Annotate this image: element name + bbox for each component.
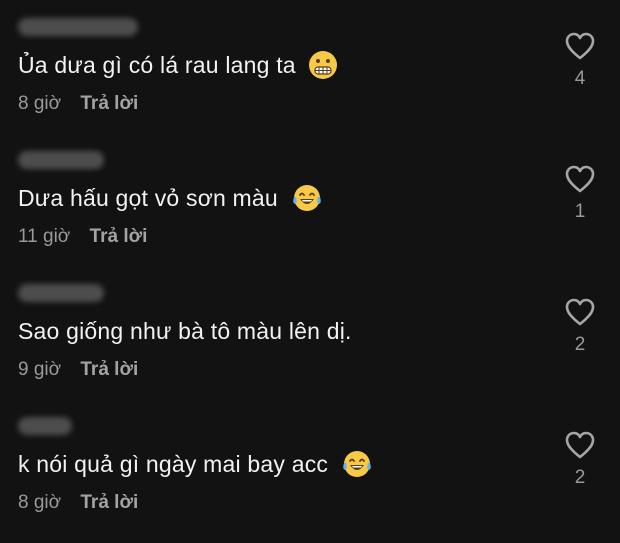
comment-meta: 9 giờ Trả lời bbox=[18, 358, 138, 382]
comment-text-row: Dưa hấu gọt vỏ sơn màu bbox=[18, 183, 323, 213]
comment-meta: 11 giờ Trả lời bbox=[18, 225, 147, 249]
like-count: 2 bbox=[574, 334, 586, 355]
tears-of-joy-face-icon bbox=[342, 450, 371, 477]
heart-icon[interactable] bbox=[565, 298, 595, 326]
reply-button[interactable]: Trả lời bbox=[90, 226, 148, 247]
comment-text-row: Sao giống như bà tô màu lên dị. bbox=[18, 316, 352, 346]
comment-text-row: k nói quả gì ngày mai bay acc bbox=[18, 449, 373, 479]
username-blurred[interactable] bbox=[18, 284, 104, 302]
username-blurred[interactable] bbox=[18, 417, 72, 435]
comment-item: k nói quả gì ngày mai bay acc 8 giờ Trả … bbox=[0, 411, 620, 543]
like-count: 1 bbox=[574, 201, 586, 222]
reply-button[interactable]: Trả lời bbox=[80, 492, 138, 513]
comment-meta: 8 giờ Trả lời bbox=[18, 92, 138, 116]
comment-time: 9 giờ bbox=[18, 359, 62, 380]
heart-icon[interactable] bbox=[565, 431, 595, 459]
reply-button[interactable]: Trả lời bbox=[80, 359, 138, 380]
comment-item: Ủa dưa gì có lá rau lang ta 8 giờ Trả lờ… bbox=[0, 12, 620, 144]
like-group: 2 bbox=[556, 298, 604, 356]
like-count: 4 bbox=[574, 68, 586, 89]
like-group: 1 bbox=[556, 165, 604, 223]
username-blurred[interactable] bbox=[18, 18, 138, 36]
grimacing-face-icon bbox=[309, 50, 338, 79]
like-group: 2 bbox=[556, 431, 604, 489]
comment-item: Sao giống như bà tô màu lên dị. 9 giờ Tr… bbox=[0, 278, 620, 410]
comment-text: Dưa hấu gọt vỏ sơn màu bbox=[18, 185, 278, 211]
heart-icon[interactable] bbox=[565, 32, 595, 60]
comment-text: Ủa dưa gì có lá rau lang ta bbox=[18, 52, 296, 78]
heart-icon[interactable] bbox=[565, 165, 595, 193]
like-count: 2 bbox=[574, 467, 586, 488]
comment-text: Sao giống như bà tô màu lên dị. bbox=[18, 318, 352, 344]
comment-time: 8 giờ bbox=[18, 492, 62, 513]
comment-meta: 8 giờ Trả lời bbox=[18, 491, 138, 515]
like-group: 4 bbox=[556, 32, 604, 90]
comment-time: 11 giờ bbox=[18, 226, 71, 247]
comment-time: 8 giờ bbox=[18, 93, 62, 114]
tears-of-joy-face-icon bbox=[292, 184, 321, 211]
reply-button[interactable]: Trả lời bbox=[80, 93, 138, 114]
comment-text-row: Ủa dưa gì có lá rau lang ta bbox=[18, 50, 338, 80]
comment-text: k nói quả gì ngày mai bay acc bbox=[18, 451, 329, 477]
username-blurred[interactable] bbox=[18, 151, 104, 169]
comment-item: Dưa hấu gọt vỏ sơn màu 11 giờ Trả lời 1 bbox=[0, 145, 620, 277]
